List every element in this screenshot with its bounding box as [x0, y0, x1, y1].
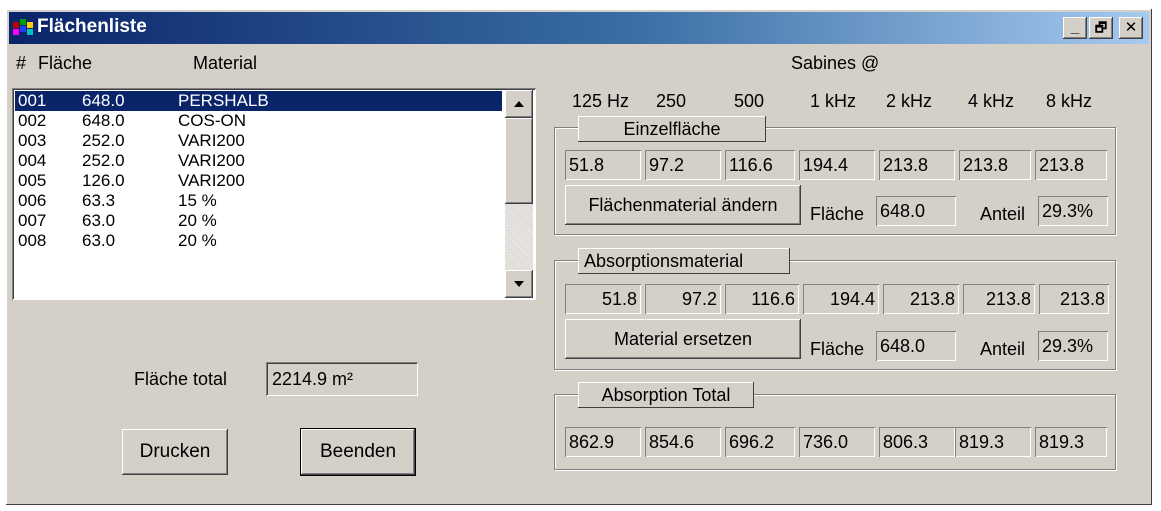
row-area: 63.3 [82, 191, 116, 210]
sabines-label: Sabines @ [791, 53, 880, 73]
einzel-area-value: 648.0 [876, 196, 956, 226]
exit-button[interactable]: Beenden [300, 428, 416, 476]
total-area-value: 2214.9 m² [272, 369, 354, 389]
einzel-value: 213.8 [1035, 150, 1107, 180]
row-area: 63.0 [82, 231, 116, 250]
absorption-area-value: 648.0 [876, 331, 956, 361]
list-item[interactable]: 004 252.0 VARI200 [15, 151, 502, 171]
row-num: 006 [18, 191, 47, 210]
surface-list[interactable]: 001 648.0 PERSHALB 002 648.0 COS-ON 003 … [12, 88, 536, 300]
row-material: VARI200 [178, 131, 245, 150]
freq-label: 2 kHz [886, 91, 933, 111]
restore-button[interactable]: 🗗 [1089, 17, 1113, 39]
total-absorption-value: 806.3 [879, 427, 955, 457]
row-num: 005 [18, 171, 47, 190]
list-item[interactable]: 007 63.0 20 % [15, 211, 502, 231]
absorption-value: 97.2 [645, 284, 721, 314]
freq-label: 8 kHz [1046, 91, 1093, 111]
total-area-field: 2214.9 m² [266, 362, 418, 396]
absorption-value: 213.8 [883, 284, 959, 314]
total-absorption-value: 696.2 [725, 427, 795, 457]
absorption-value: 213.8 [963, 284, 1035, 314]
freq-label: 4 kHz [968, 91, 1015, 111]
list-item[interactable]: 002 648.0 COS-ON [15, 111, 502, 131]
row-area: 63.0 [82, 211, 116, 230]
close-icon: ✕ [1124, 19, 1138, 36]
row-area: 252.0 [82, 131, 125, 150]
print-button[interactable]: Drucken [122, 429, 228, 475]
window-title: Flächenliste [37, 16, 147, 37]
header-material: Material [193, 53, 258, 73]
row-material: COS-ON [178, 111, 246, 130]
row-num: 007 [18, 211, 47, 230]
scroll-up-button[interactable] [505, 90, 533, 118]
list-item[interactable]: 001 648.0 PERSHALB [15, 91, 502, 111]
row-material: 20 % [178, 211, 217, 230]
list-item[interactable]: 008 63.0 20 % [15, 231, 502, 251]
absorption-share-label: Anteil [980, 339, 1026, 359]
list-item[interactable]: 005 126.0 VARI200 [15, 171, 502, 191]
einzel-area-label: Fläche [810, 204, 865, 224]
scroll-thumb[interactable] [505, 118, 533, 204]
row-num: 001 [18, 91, 47, 110]
total-absorption-value: 736.0 [799, 427, 875, 457]
freq-label: 500 [734, 91, 765, 111]
total-area-label: Fläche total [134, 369, 228, 389]
title-bar[interactable]: Flächenliste _ 🗗 ✕ [9, 12, 1149, 44]
replace-material-button[interactable]: Material ersetzen [565, 319, 801, 359]
absorption-area-label: Fläche [810, 339, 865, 359]
header-area: Fläche [38, 53, 93, 73]
einzel-value: 116.6 [725, 150, 795, 180]
absorption-value: 213.8 [1039, 284, 1109, 314]
row-area: 126.0 [82, 171, 125, 190]
minimize-button[interactable]: _ [1063, 17, 1087, 39]
absorptionsmaterial-caption: Absorptionsmaterial [578, 248, 790, 274]
einzel-share-label: Anteil [980, 204, 1026, 224]
list-scrollbar[interactable] [505, 90, 533, 298]
row-area: 648.0 [82, 91, 125, 110]
row-num: 002 [18, 111, 47, 130]
row-material: 15 % [178, 191, 217, 210]
row-material: VARI200 [178, 151, 245, 170]
absorption-total-caption: Absorption Total [578, 382, 754, 408]
absorption-value: 116.6 [725, 284, 799, 314]
total-absorption-value: 862.9 [565, 427, 641, 457]
absorption-value: 194.4 [803, 284, 879, 314]
einzel-share-value: 29.3% [1038, 196, 1108, 226]
einzel-value: 97.2 [645, 150, 721, 180]
row-area: 648.0 [82, 111, 125, 130]
einzel-value: 213.8 [959, 150, 1031, 180]
change-surface-material-button[interactable]: Flächenmaterial ändern [565, 185, 801, 225]
scroll-down-button[interactable] [505, 270, 533, 298]
einzelflaeche-caption: Einzelfläche [578, 116, 766, 142]
row-material: 20 % [178, 231, 217, 250]
restore-icon: 🗗 [1094, 20, 1108, 35]
absorption-value: 51.8 [565, 284, 641, 314]
row-area: 252.0 [82, 151, 125, 170]
close-button[interactable]: ✕ [1119, 17, 1143, 39]
header-num: # [16, 53, 27, 73]
total-absorption-value: 819.3 [1035, 427, 1107, 457]
minimize-icon: _ [1070, 19, 1080, 36]
freq-label: 250 [656, 91, 687, 111]
einzel-value: 194.4 [799, 150, 875, 180]
total-absorption-value: 819.3 [955, 427, 1031, 457]
total-absorption-value: 854.6 [645, 427, 721, 457]
freq-label: 1 kHz [810, 91, 857, 111]
row-material: PERSHALB [178, 91, 269, 110]
row-num: 003 [18, 131, 47, 150]
freq-label: 125 Hz [572, 91, 630, 111]
absorption-share-value: 29.3% [1038, 331, 1108, 361]
row-num: 004 [18, 151, 47, 170]
row-material: VARI200 [178, 171, 245, 190]
einzel-value: 213.8 [879, 150, 955, 180]
arrow-down-icon [514, 281, 524, 287]
flaechenliste-window: Flächenliste _ 🗗 ✕ # Fläche Material 001… [6, 9, 1152, 505]
app-icon [13, 19, 33, 35]
list-item[interactable]: 006 63.3 15 % [15, 191, 502, 211]
arrow-up-icon [514, 101, 524, 107]
row-num: 008 [18, 231, 47, 250]
list-item[interactable]: 003 252.0 VARI200 [15, 131, 502, 151]
einzel-value: 51.8 [565, 150, 641, 180]
